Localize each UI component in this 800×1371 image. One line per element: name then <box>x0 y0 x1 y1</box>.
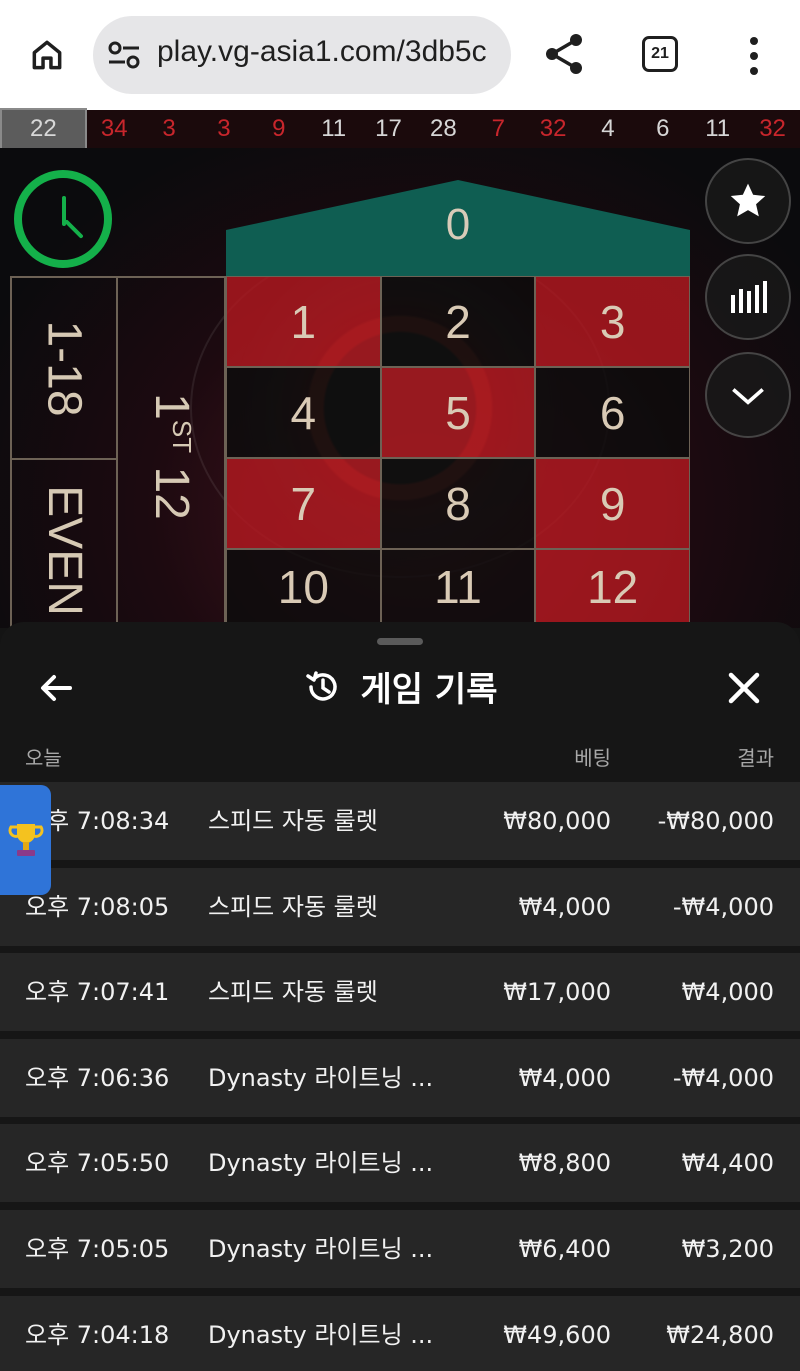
row-result: -₩4,000 <box>672 892 774 921</box>
header-result: 결과 <box>737 746 774 770</box>
row-bet: ₩8,800 <box>518 1149 611 1178</box>
statistics-icon <box>731 281 767 313</box>
row-game-name: 스피드 자동 룰렛 <box>208 978 378 1007</box>
bet-number-5[interactable]: 5 <box>380 367 536 458</box>
history-row[interactable]: 오후 7:06:36 Dynasty 라이트닝 ... ₩4,000 -₩4,000 <box>0 1038 800 1117</box>
history-number: 3 <box>217 115 231 142</box>
game-history-sheet: 게임 기록 오늘 베팅 결과 오후 7:08:34 스피드 자동 룰렛 ₩80,00… <box>0 622 800 1371</box>
row-game-name: 스피드 자동 룰렛 <box>208 807 378 835</box>
bet-number-10[interactable]: 10 <box>226 549 381 625</box>
bet-number-7[interactable]: 7 <box>226 458 381 549</box>
browser-toolbar: play.vg-asia1.com/3db5c 21 <box>0 0 800 110</box>
result-history-strip: 22 34 3 3 9 11 17 28 7 32 4 6 11 32 <box>0 108 800 150</box>
history-number: 11 <box>705 115 731 142</box>
bet-number-8[interactable]: 8 <box>380 458 536 549</box>
history-number: 28 <box>430 115 457 142</box>
share-icon[interactable] <box>540 30 588 78</box>
bet-number-4[interactable]: 4 <box>226 367 381 458</box>
bet-first-dozen[interactable]: 1ST 12 <box>118 276 226 628</box>
history-number: 3 <box>162 115 176 142</box>
address-bar[interactable]: play.vg-asia1.com/3db5c <box>93 16 511 94</box>
bet-1-18-label: 1-18 <box>37 319 91 417</box>
history-number: 11 <box>321 115 347 142</box>
bet-number-9[interactable]: 9 <box>535 458 690 549</box>
bet-number-6[interactable]: 6 <box>535 367 690 458</box>
row-result: -₩80,000 <box>657 807 774 835</box>
tab-count: 21 <box>651 45 669 62</box>
row-bet: ₩17,000 <box>503 978 611 1007</box>
home-icon[interactable] <box>22 30 72 80</box>
history-row[interactable]: 오후 7:08:34 스피드 자동 룰렛 ₩80,000 -₩80,000 <box>0 782 800 860</box>
close-icon[interactable] <box>722 666 766 710</box>
row-game-name: Dynasty 라이트닝 ... <box>208 1234 434 1263</box>
bet-number-12[interactable]: 12 <box>535 549 690 625</box>
history-number: 4 <box>601 115 615 142</box>
bet-number-3[interactable]: 3 <box>535 276 690 367</box>
header-bet: 베팅 <box>574 746 611 770</box>
history-number: 32 <box>539 115 567 142</box>
history-number: 34 <box>100 115 128 142</box>
star-icon <box>730 183 766 217</box>
history-number: 32 <box>759 115 786 142</box>
bet-even-label: EVEN <box>37 484 91 616</box>
history-row[interactable]: 오후 7:05:05 Dynasty 라이트닝 ... ₩6,400 ₩3,200 <box>0 1209 800 1288</box>
dozen-label: 1ST 12 <box>144 392 198 520</box>
more-vert-icon[interactable] <box>744 36 764 76</box>
row-bet: ₩49,600 <box>503 1320 611 1349</box>
history-number: 6 <box>656 115 670 142</box>
timer-icon <box>14 170 112 268</box>
row-result: -₩4,000 <box>672 1063 774 1092</box>
history-list: 오후 7:08:34 스피드 자동 룰렛 ₩80,000 -₩80,000 오후 7:0… <box>0 782 800 1371</box>
row-bet: ₩4,000 <box>518 892 611 921</box>
row-game-name: Dynasty 라이트닝 ... <box>208 1149 434 1178</box>
tabs-icon[interactable]: 21 <box>642 36 678 72</box>
row-result: ₩24,800 <box>666 1320 774 1349</box>
statistics-button[interactable] <box>705 254 791 340</box>
favorites-button[interactable] <box>705 158 791 244</box>
row-time: 오후 7:05:05 <box>25 1234 170 1263</box>
tune-icon[interactable] <box>107 40 141 70</box>
url-text[interactable]: play.vg-asia1.com/3db5c <box>157 35 487 69</box>
history-row[interactable]: 오후 7:05:50 Dynasty 라이트닝 ... ₩8,800 ₩4,400 <box>0 1124 800 1203</box>
row-time: 오후 7:06:36 <box>25 1063 170 1092</box>
trophy-icon <box>7 824 44 856</box>
sheet-title: 게임 기록 <box>360 670 498 710</box>
history-row[interactable]: 오후 7:04:18 Dynasty 라이트닝 ... ₩49,600 ₩24,800 <box>0 1295 800 1371</box>
row-time: 오후 7:05:50 <box>25 1149 170 1178</box>
trophy-tab[interactable] <box>0 785 51 895</box>
row-game-name: Dynasty 라이트닝 ... <box>208 1320 434 1349</box>
row-bet: ₩80,000 <box>503 807 611 835</box>
history-number: 9 <box>272 115 286 142</box>
row-time: 오후 7:04:18 <box>25 1320 170 1349</box>
chevron-down-icon <box>732 388 764 405</box>
history-row[interactable]: 오후 7:07:41 스피드 자동 룰렛 ₩17,000 ₩4,000 <box>0 953 800 1032</box>
row-result: ₩4,400 <box>681 1149 774 1178</box>
history-number: 17 <box>375 115 402 142</box>
history-icon <box>305 670 337 701</box>
header-today: 오늘 <box>25 746 62 770</box>
bet-number-2[interactable]: 2 <box>380 276 536 367</box>
bet-number-1[interactable]: 1 <box>226 276 381 367</box>
row-bet: ₩6,400 <box>518 1234 611 1263</box>
zero-label: 0 <box>445 200 471 249</box>
history-number: 22 <box>0 108 87 150</box>
row-result: ₩4,000 <box>681 978 774 1007</box>
row-game-name: Dynasty 라이트닝 ... <box>208 1063 434 1092</box>
row-time: 오후 7:07:41 <box>25 978 170 1007</box>
history-number: 7 <box>491 115 505 142</box>
row-result: ₩3,200 <box>681 1234 774 1263</box>
bet-1-18[interactable]: 1-18 <box>12 278 116 460</box>
sheet-header: 게임 기록 <box>0 662 800 711</box>
row-game-name: 스피드 자동 룰렛 <box>208 892 378 921</box>
history-row[interactable]: 오후 7:08:05 스피드 자동 룰렛 ₩4,000 -₩4,000 <box>0 867 800 946</box>
collapse-button[interactable] <box>705 352 791 438</box>
bet-even[interactable]: EVEN <box>12 460 116 628</box>
row-bet: ₩4,000 <box>518 1063 611 1092</box>
bet-number-11[interactable]: 11 <box>380 549 536 625</box>
number-grid: 1 2 3 4 5 6 7 8 9 10 11 12 <box>226 276 690 625</box>
drag-handle[interactable] <box>377 638 423 645</box>
outside-bets: 1-18 EVEN <box>10 276 118 628</box>
roulette-game-area: 0 1 2 3 4 5 6 7 8 9 10 11 12 1-18 EVEN 1ST 12 <box>0 148 800 628</box>
